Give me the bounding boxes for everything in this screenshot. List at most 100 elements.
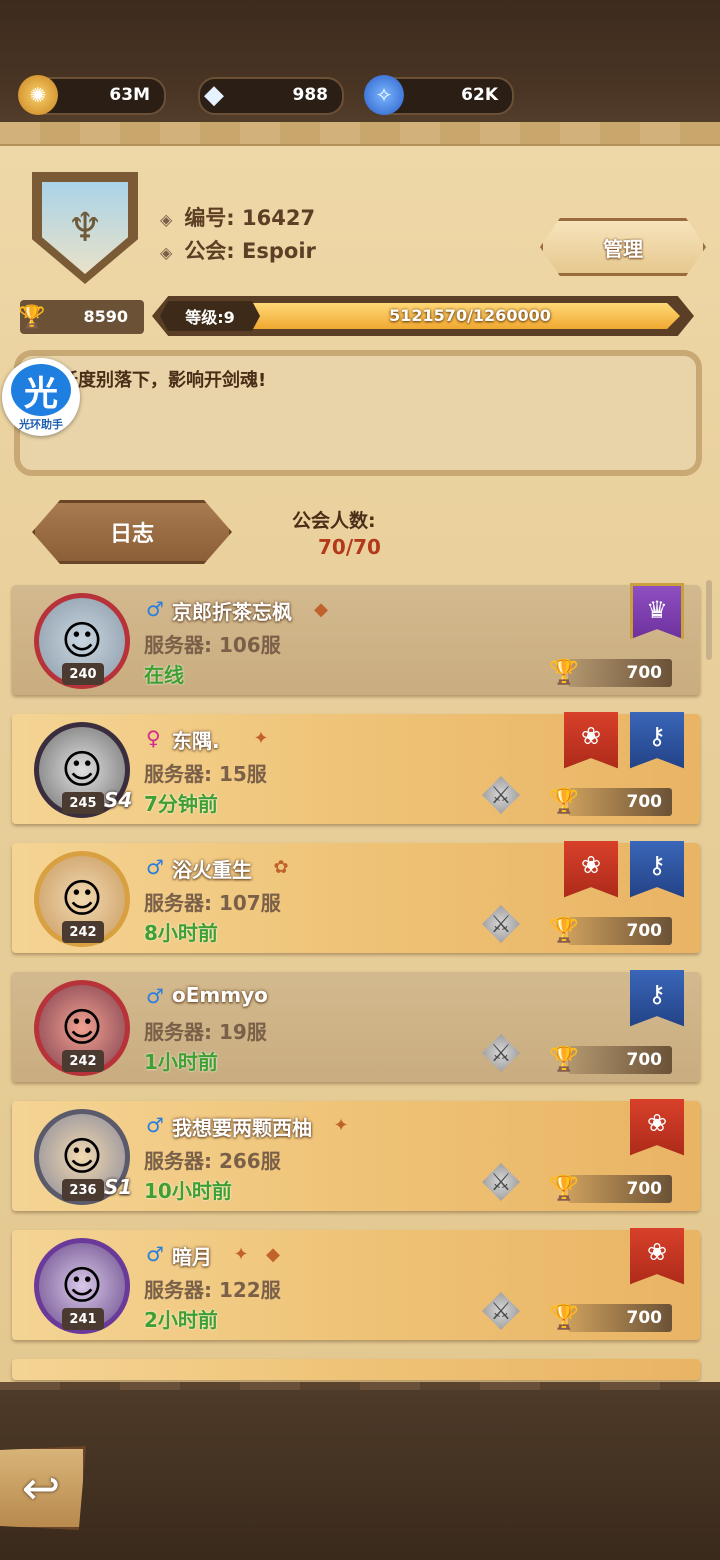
diamond-value: 988 bbox=[292, 85, 329, 105]
diamond-bullet-icon: ◈ bbox=[160, 243, 173, 262]
member-score-bar: 700 bbox=[568, 1046, 672, 1074]
member-status: 8小时前 bbox=[144, 921, 218, 945]
member-level: 236 bbox=[62, 1179, 104, 1201]
male-icon: ♂ bbox=[146, 1242, 164, 1266]
male-icon: ♂ bbox=[146, 597, 164, 621]
trophy-icon: 🏆 bbox=[18, 304, 46, 330]
female-icon: ♀ bbox=[146, 726, 161, 750]
member-server: 服务器: 15服 bbox=[144, 762, 267, 786]
member-score-bar: 700 bbox=[568, 659, 672, 687]
member-score-bar: 700 bbox=[568, 917, 672, 945]
member-score-bar: 700 bbox=[568, 788, 672, 816]
male-icon: ♂ bbox=[146, 1113, 164, 1137]
guild-name-line: ◈ 公会: Espoir bbox=[160, 235, 316, 265]
log-button[interactable]: 日志 bbox=[32, 500, 232, 564]
crossed-swords-icon[interactable]: ⚔ bbox=[482, 905, 520, 943]
member-server: 服务器: 107服 bbox=[144, 891, 281, 915]
member-score: 700 bbox=[626, 1308, 663, 1328]
helper-logo-icon: 光 bbox=[11, 364, 71, 416]
member-row[interactable]: ☺ 242 ♂ oEmmyo 服务器: 19服 1小时前 ⚔ ⚷ 700 🏆 bbox=[12, 970, 700, 1082]
member-status: 7分钟前 bbox=[144, 792, 218, 816]
trophy-icon: 🏆 bbox=[549, 1174, 579, 1202]
crossed-swords-icon[interactable]: ⚔ bbox=[482, 1163, 520, 1201]
crossed-swords-icon[interactable]: ⚔ bbox=[482, 1292, 520, 1330]
guild-level-progress: 5121570/1260000 bbox=[389, 306, 551, 325]
title-badge-icon[interactable]: ✿ bbox=[268, 853, 294, 881]
member-level: 245 bbox=[62, 792, 104, 814]
member-row[interactable]: ☺ 236 S1 ♂ 我想要两颗西柚 ✦ 服务器: 266服 10小时前 ⚔ ❀ 700 🏆 bbox=[12, 1099, 700, 1211]
member-row[interactable]: ☺ 245 S4 ♀ 东隅. ✦ 服务器: 15服 7分钟前 ⚔ ❀ ⚷ 700 🏆 bbox=[12, 712, 700, 824]
member-level: 240 bbox=[62, 663, 104, 685]
member-name: oEmmyo bbox=[172, 983, 268, 1007]
helper-label: 光环助手 bbox=[19, 418, 63, 431]
guild-notice-text: 跃度别落下，影响开剑魂! bbox=[60, 370, 267, 391]
male-icon: ♂ bbox=[146, 855, 164, 879]
blue-banner-icon[interactable]: ⚷ bbox=[630, 712, 684, 769]
blue-banner-icon[interactable]: ⚷ bbox=[630, 970, 684, 1027]
member-status: 1小时前 bbox=[144, 1050, 218, 1074]
male-icon: ♂ bbox=[146, 984, 164, 1008]
member-score: 700 bbox=[626, 1050, 663, 1070]
trophy-icon: 🏆 bbox=[549, 1045, 579, 1073]
guild-id-line: ◈ 编号: 16427 bbox=[160, 202, 315, 232]
guild-level: 等级:9 bbox=[160, 301, 260, 331]
member-level: 242 bbox=[62, 921, 104, 943]
manage-button[interactable]: 管理 bbox=[540, 218, 706, 276]
member-name: 浴火重生 bbox=[172, 858, 252, 882]
purple-banner-icon[interactable]: ♛ bbox=[630, 583, 684, 640]
dust-value: 62K bbox=[461, 85, 498, 105]
red-banner-icon[interactable]: ❀ bbox=[630, 1099, 684, 1156]
red-banner-icon[interactable]: ❀ bbox=[564, 841, 618, 898]
member-level: 241 bbox=[62, 1308, 104, 1330]
panel-top-edge bbox=[0, 122, 720, 146]
member-name: 我想要两颗西柚 bbox=[172, 1116, 312, 1140]
blue-dust-icon: ✧ bbox=[364, 75, 404, 115]
crossed-swords-icon[interactable]: ⚔ bbox=[482, 1034, 520, 1072]
diamond-counter[interactable]: ◆ 988 bbox=[198, 77, 344, 115]
member-server: 服务器: 266服 bbox=[144, 1149, 281, 1173]
member-status: 在线 bbox=[144, 663, 184, 687]
trophy-icon: 🏆 bbox=[549, 787, 579, 815]
member-row[interactable]: ☺ 242 ♂ 浴火重生 ✿ 服务器: 107服 8小时前 ⚔ ❀ ⚷ 700 🏆 bbox=[12, 841, 700, 953]
member-row[interactable]: ☺ 241 ♂ 暗月 ✦ ◆ 服务器: 122服 2小时前 ⚔ ❀ 700 🏆 bbox=[12, 1228, 700, 1340]
guild-trophies-value: 8590 bbox=[83, 307, 128, 326]
guild-trophies: 🏆 8590 bbox=[18, 300, 144, 334]
member-name: 东隅. bbox=[172, 729, 220, 753]
scrollbar[interactable] bbox=[706, 580, 712, 660]
member-row[interactable] bbox=[12, 1359, 700, 1380]
member-count: 70/70 bbox=[318, 535, 381, 559]
gold-counter[interactable]: ✺ 63M bbox=[18, 75, 166, 115]
back-button[interactable]: ↩ bbox=[0, 1446, 86, 1530]
back-arrow-icon: ↩ bbox=[21, 1461, 61, 1515]
title-badge-icon[interactable]: ✦ bbox=[248, 724, 274, 752]
member-name: 京郎折茶忘枫 bbox=[172, 600, 292, 624]
member-row[interactable]: ☺ 240 ♂ 京郎折茶忘枫 ◆ 服务器: 106服 在线 ♛ 700 🏆 bbox=[12, 583, 700, 695]
title-badge-icon[interactable]: ◆ bbox=[260, 1240, 286, 1268]
guild-id: 编号: 16427 bbox=[184, 206, 316, 230]
trophy-icon: 🏆 bbox=[549, 916, 579, 944]
trophy-icon: 🏆 bbox=[549, 1303, 579, 1331]
member-score-bar: 700 bbox=[568, 1304, 672, 1332]
title-badge-icon[interactable]: ✦ bbox=[328, 1111, 354, 1139]
member-score: 700 bbox=[626, 1179, 663, 1199]
member-level: 242 bbox=[62, 1050, 104, 1072]
gold-coin-icon: ✺ bbox=[18, 75, 58, 115]
red-banner-icon[interactable]: ❀ bbox=[630, 1228, 684, 1285]
blue-banner-icon[interactable]: ⚷ bbox=[630, 841, 684, 898]
member-server: 服务器: 19服 bbox=[144, 1020, 267, 1044]
crossed-swords-icon[interactable]: ⚔ bbox=[482, 776, 520, 814]
title-badge-icon[interactable]: ✦ bbox=[228, 1240, 254, 1268]
bottom-bar bbox=[0, 1390, 720, 1560]
helper-badge[interactable]: 光 光环助手 bbox=[2, 358, 80, 436]
member-status: 2小时前 bbox=[144, 1308, 218, 1332]
diamond-bullet-icon: ◈ bbox=[160, 210, 173, 229]
member-score: 700 bbox=[626, 792, 663, 812]
title-badge-icon[interactable]: ◆ bbox=[308, 595, 334, 623]
guild-name: 公会: Espoir bbox=[184, 239, 316, 263]
red-banner-icon[interactable]: ❀ bbox=[564, 712, 618, 769]
member-score: 700 bbox=[626, 663, 663, 683]
dust-counter[interactable]: ✧ 62K bbox=[364, 75, 514, 115]
member-score: 700 bbox=[626, 921, 663, 941]
member-status: 10小时前 bbox=[144, 1179, 232, 1203]
member-name: 暗月 bbox=[172, 1245, 212, 1269]
